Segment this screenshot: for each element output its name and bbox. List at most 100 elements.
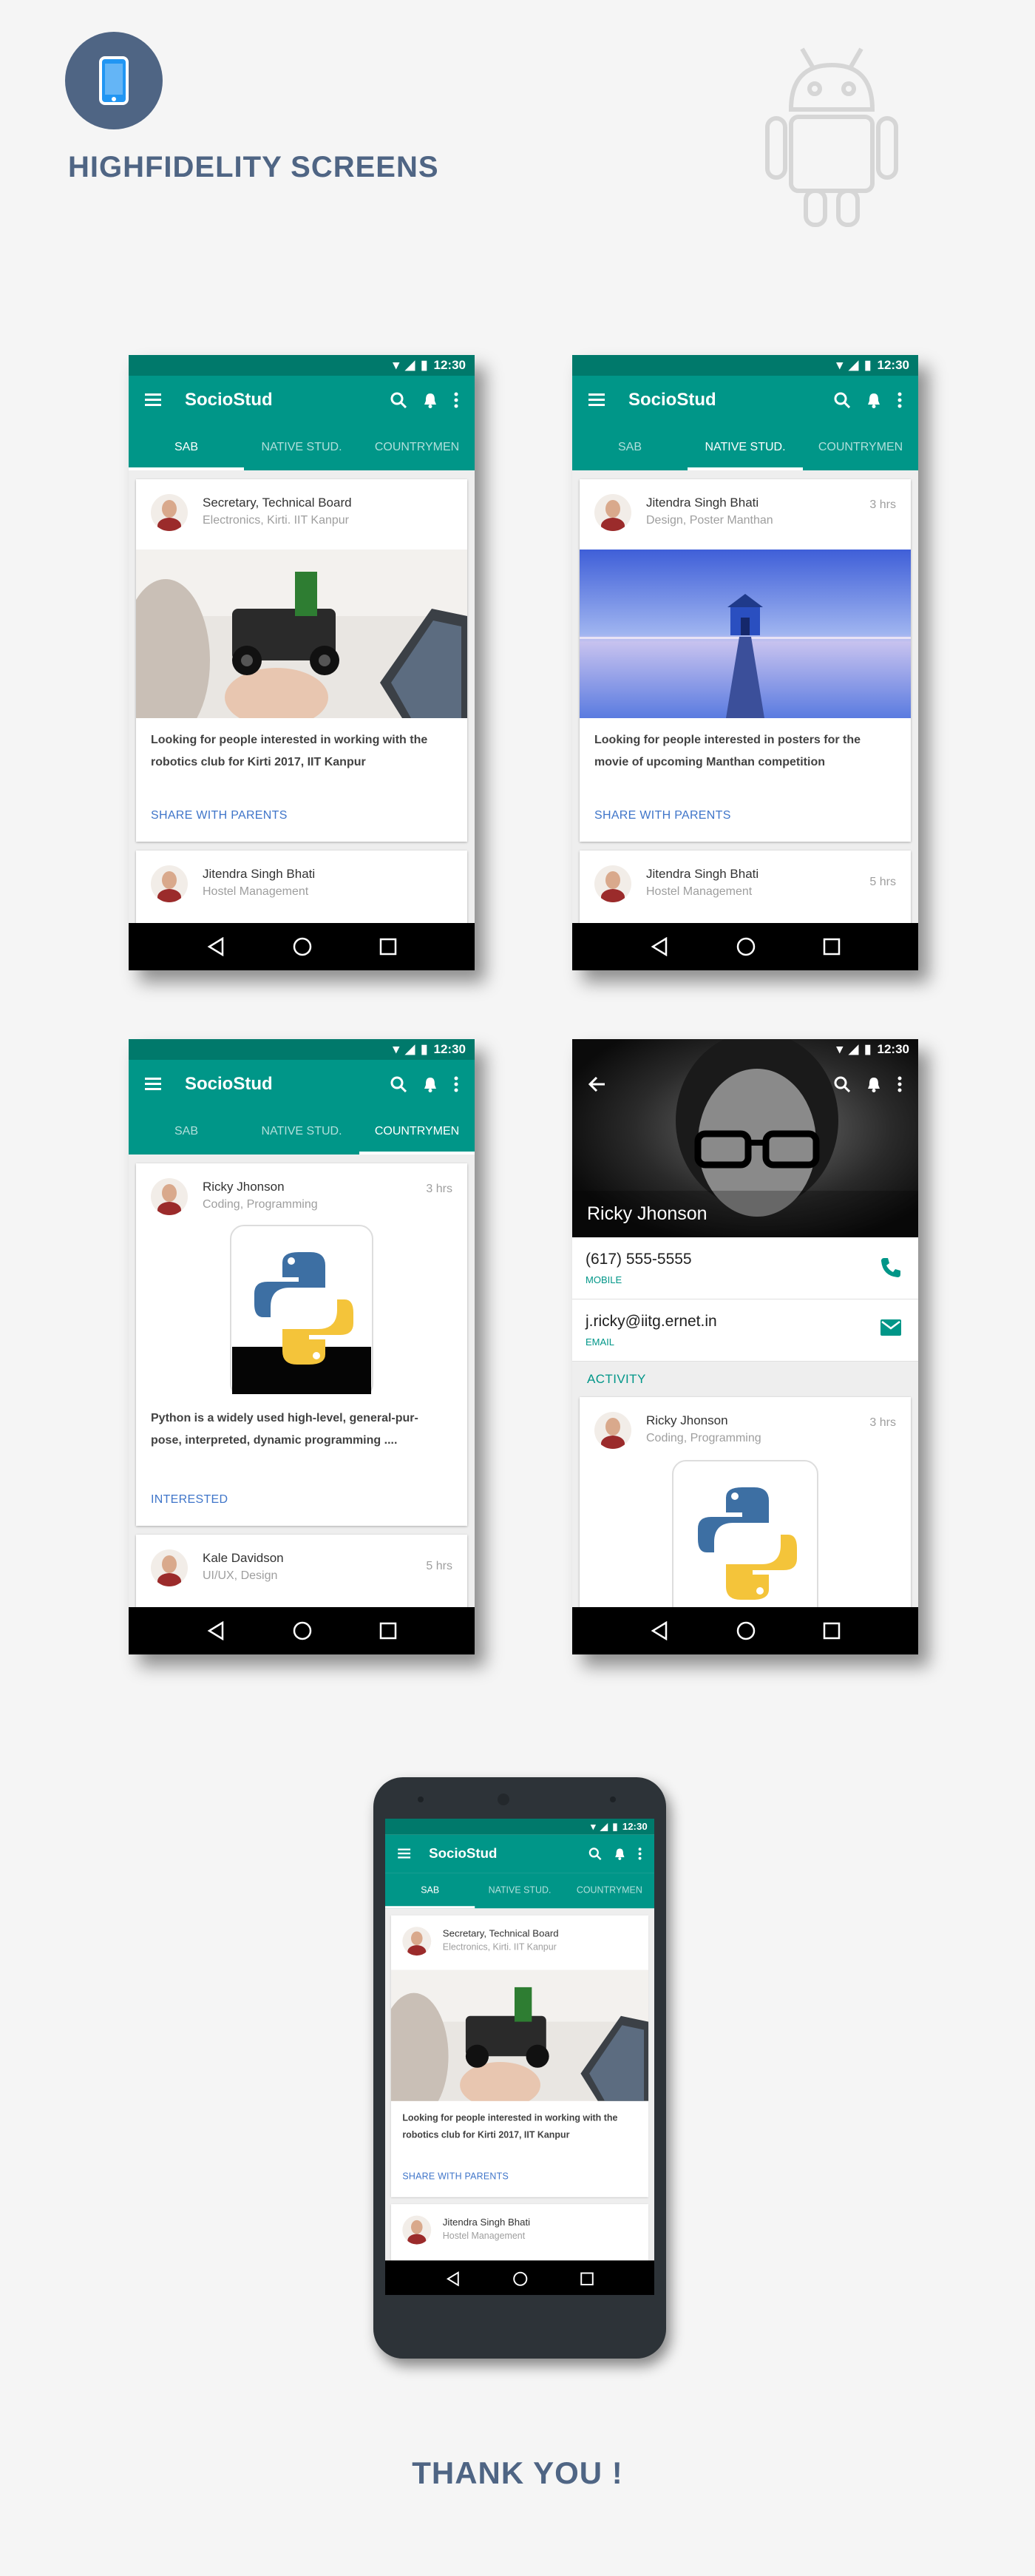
email-row[interactable]: j.ricky@iitg.ernet.in EMAIL bbox=[572, 1299, 918, 1362]
interested-button[interactable]: INTERESTED bbox=[151, 1493, 228, 1507]
tab-native-stud[interactable]: NATIVE STUD. bbox=[688, 425, 803, 470]
tab-sab[interactable]: SAB bbox=[572, 425, 688, 470]
app-title: SocioStud bbox=[185, 390, 273, 410]
tab-countrymen[interactable]: COUNTRYMEN bbox=[565, 1873, 654, 1908]
menu-icon[interactable] bbox=[588, 393, 605, 407]
post-card[interactable]: Ricky Jhonson Coding, Programming 3 hrs bbox=[580, 1397, 911, 1620]
post-author: Jitendra Singh Bhati bbox=[442, 2217, 531, 2228]
post-subtitle: UI/UX, Design bbox=[203, 1569, 278, 1582]
wifi-icon: ▾ bbox=[393, 358, 400, 372]
more-vert-icon[interactable] bbox=[454, 392, 458, 408]
search-icon[interactable] bbox=[834, 392, 850, 408]
post-author: Jitendra Singh Bhati bbox=[203, 867, 316, 881]
tab-countrymen[interactable]: COUNTRYMEN bbox=[359, 1109, 475, 1155]
tab-native-stud[interactable]: NATIVE STUD. bbox=[244, 1109, 359, 1155]
avatar[interactable] bbox=[151, 1178, 188, 1215]
tab-native-stud[interactable]: NATIVE STUD. bbox=[244, 425, 359, 470]
robot-photo[interactable] bbox=[136, 550, 467, 718]
avatar[interactable] bbox=[594, 1412, 631, 1449]
tab-sab[interactable]: SAB bbox=[129, 1109, 244, 1155]
post-time: 3 hrs bbox=[869, 1416, 896, 1429]
post-card[interactable]: Jitendra Singh Bhati Hostel Management bbox=[136, 851, 467, 923]
post-author: Secretary, Technical Board bbox=[203, 496, 352, 510]
more-vert-icon[interactable] bbox=[897, 1076, 902, 1092]
phone-icon[interactable] bbox=[880, 1257, 902, 1279]
app-title: SocioStud bbox=[429, 1845, 498, 1862]
post-card[interactable]: Ricky Jhonson Coding, Programming 3 hrs … bbox=[136, 1163, 467, 1526]
sensor-dot bbox=[418, 1796, 424, 1802]
post-card[interactable]: Kale Davidson UI/UX, Design 5 hrs bbox=[136, 1535, 467, 1607]
search-icon[interactable] bbox=[390, 1076, 407, 1092]
app-toolbar: SocioStud bbox=[572, 376, 918, 425]
tab-bar: SAB NATIVE STUD. COUNTRYMEN bbox=[129, 1109, 475, 1155]
back-icon[interactable] bbox=[650, 1621, 669, 1640]
share-with-parents-button[interactable]: SHARE WITH PARENTS bbox=[402, 2172, 509, 2183]
search-icon[interactable] bbox=[588, 1848, 602, 1861]
post-card[interactable]: Jitendra Singh Bhati Hostel Management bbox=[390, 2204, 649, 2261]
front-camera bbox=[498, 1794, 509, 1805]
recents-icon[interactable] bbox=[379, 938, 397, 956]
back-arrow-icon[interactable] bbox=[588, 1077, 605, 1092]
back-icon[interactable] bbox=[206, 1621, 225, 1640]
tab-countrymen[interactable]: COUNTRYMEN bbox=[803, 425, 918, 470]
more-vert-icon[interactable] bbox=[897, 392, 902, 408]
back-icon[interactable] bbox=[206, 937, 225, 956]
more-vert-icon[interactable] bbox=[454, 1076, 458, 1092]
robot-photo[interactable] bbox=[390, 1970, 649, 2101]
wifi-icon: ▾ bbox=[591, 1821, 596, 1832]
home-icon[interactable] bbox=[736, 1620, 756, 1641]
android-nav-bar bbox=[129, 1607, 475, 1654]
post-author: Kale Davidson bbox=[203, 1551, 284, 1565]
python-logo-image[interactable] bbox=[631, 1458, 859, 1620]
home-icon[interactable] bbox=[292, 936, 313, 957]
share-with-parents-button[interactable]: SHARE WITH PARENTS bbox=[594, 809, 731, 822]
python-logo-image[interactable] bbox=[195, 1223, 408, 1394]
post-subtitle: Coding, Programming bbox=[646, 1432, 761, 1444]
email-label: EMAIL bbox=[586, 1336, 615, 1348]
tab-countrymen[interactable]: COUNTRYMEN bbox=[359, 425, 475, 470]
avatar[interactable] bbox=[594, 865, 631, 902]
post-subtitle: Electronics, Kirti. IIT Kanpur bbox=[203, 514, 349, 527]
avatar[interactable] bbox=[594, 494, 631, 531]
share-with-parents-button[interactable]: SHARE WITH PARENTS bbox=[151, 809, 288, 822]
notification-bell-icon[interactable] bbox=[866, 392, 881, 408]
notification-bell-icon[interactable] bbox=[866, 1076, 881, 1092]
back-icon[interactable] bbox=[650, 937, 669, 956]
search-icon[interactable] bbox=[390, 392, 407, 408]
home-icon[interactable] bbox=[512, 2271, 529, 2287]
post-card[interactable]: Secretary, Technical Board Electronics, … bbox=[390, 1915, 649, 2197]
back-icon[interactable] bbox=[446, 2271, 461, 2287]
recents-icon[interactable] bbox=[823, 938, 841, 956]
menu-icon[interactable] bbox=[145, 1078, 161, 1091]
post-time: 3 hrs bbox=[869, 498, 896, 511]
post-author: Jitendra Singh Bhati bbox=[646, 496, 759, 510]
avatar[interactable] bbox=[151, 865, 188, 902]
search-icon[interactable] bbox=[834, 1076, 850, 1092]
post-card[interactable]: Jitendra Singh Bhati Design, Poster Mant… bbox=[580, 479, 911, 842]
app-toolbar: SocioStud bbox=[385, 1834, 654, 1873]
notification-bell-icon[interactable] bbox=[423, 1076, 438, 1092]
recents-icon[interactable] bbox=[580, 2272, 594, 2286]
home-icon[interactable] bbox=[292, 1620, 313, 1641]
home-icon[interactable] bbox=[736, 936, 756, 957]
post-card[interactable]: Jitendra Singh Bhati Hostel Management 5… bbox=[580, 851, 911, 923]
menu-icon[interactable] bbox=[398, 1848, 411, 1859]
tab-sab[interactable]: SAB bbox=[385, 1873, 475, 1909]
more-vert-icon[interactable] bbox=[638, 1848, 642, 1860]
phone-row[interactable]: (617) 555-5555 MOBILE bbox=[572, 1237, 918, 1299]
avatar[interactable] bbox=[151, 494, 188, 531]
boathouse-photo[interactable] bbox=[580, 550, 911, 718]
email-icon[interactable] bbox=[880, 1319, 902, 1336]
recents-icon[interactable] bbox=[823, 1622, 841, 1640]
avatar[interactable] bbox=[402, 1927, 432, 1956]
menu-icon[interactable] bbox=[145, 393, 161, 407]
recents-icon[interactable] bbox=[379, 1622, 397, 1640]
post-card[interactable]: Secretary, Technical Board Electronics, … bbox=[136, 479, 467, 842]
avatar[interactable] bbox=[151, 1549, 188, 1586]
avatar[interactable] bbox=[402, 2215, 432, 2245]
phone-screen-profile: ▾ ◢ ▮ 12:30 Ricky Jhonson (617) 555-5555… bbox=[572, 1039, 918, 1654]
tab-sab[interactable]: SAB bbox=[129, 425, 244, 470]
notification-bell-icon[interactable] bbox=[423, 392, 438, 408]
notification-bell-icon[interactable] bbox=[614, 1848, 626, 1861]
tab-native-stud[interactable]: NATIVE STUD. bbox=[475, 1873, 564, 1908]
